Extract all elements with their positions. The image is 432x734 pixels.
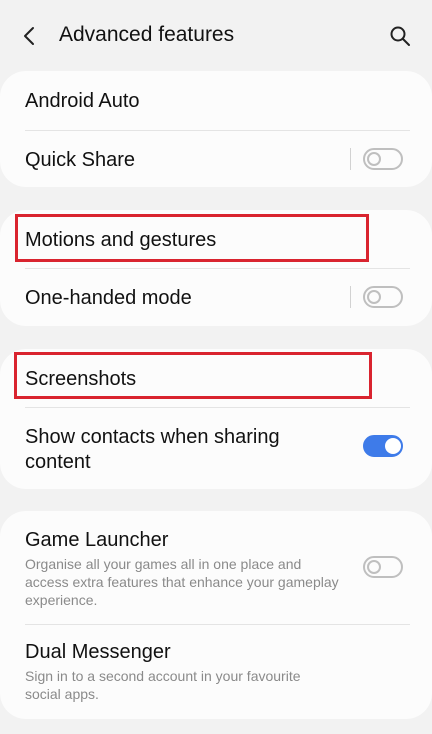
motions-and-gestures-label: Motions and gestures [25,229,217,251]
dual-messenger-description: Sign in to a second account in your favo… [25,668,301,702]
game-launcher-item[interactable]: Game Launcher Organise all your games al… [0,511,432,624]
show-contacts-item[interactable]: Show contacts when sharing content [0,408,432,489]
show-contacts-toggle[interactable] [363,435,403,457]
game-launcher-description: Organise all your games all in one place… [25,556,339,608]
toggle-knob [385,438,401,454]
settings-card-gestures: Motions and gestures One-handed mode [0,210,432,326]
search-button[interactable] [384,20,416,52]
screenshots-label: Screenshots [25,368,137,390]
game-launcher-toggle[interactable] [363,556,403,578]
one-handed-mode-item[interactable]: One-handed mode [0,269,432,326]
dual-messenger-item[interactable]: Dual Messenger Sign in to a second accou… [0,625,432,719]
motions-and-gestures-item[interactable]: Motions and gestures [0,210,432,268]
game-launcher-label: Game Launcher [25,529,169,551]
show-contacts-label: Show contacts when sharing content [25,426,280,473]
settings-card-sharing: Screenshots Show contacts when sharing c… [0,349,432,489]
quick-share-item[interactable]: Quick Share [0,131,432,187]
one-handed-mode-toggle[interactable] [363,286,403,308]
one-handed-mode-label: One-handed mode [25,287,192,309]
quick-share-toggle[interactable] [363,148,403,170]
toggle-knob [367,290,381,304]
app-bar: Advanced features [0,0,432,70]
android-auto-item[interactable]: Android Auto [0,71,432,130]
page-title: Advanced features [59,23,235,46]
chevron-left-icon [24,27,34,45]
search-icon [390,26,410,46]
screenshots-item[interactable]: Screenshots [0,349,432,407]
toggle-knob [367,560,381,574]
android-auto-label: Android Auto [25,90,140,112]
settings-card-connections: Android Auto Quick Share [0,71,432,187]
dual-messenger-label: Dual Messenger [25,641,171,663]
settings-card-apps: Game Launcher Organise all your games al… [0,511,432,719]
quick-share-label: Quick Share [25,149,136,171]
separator [350,148,351,170]
separator [350,286,351,308]
toggle-knob [367,152,381,166]
back-button[interactable] [14,20,46,52]
